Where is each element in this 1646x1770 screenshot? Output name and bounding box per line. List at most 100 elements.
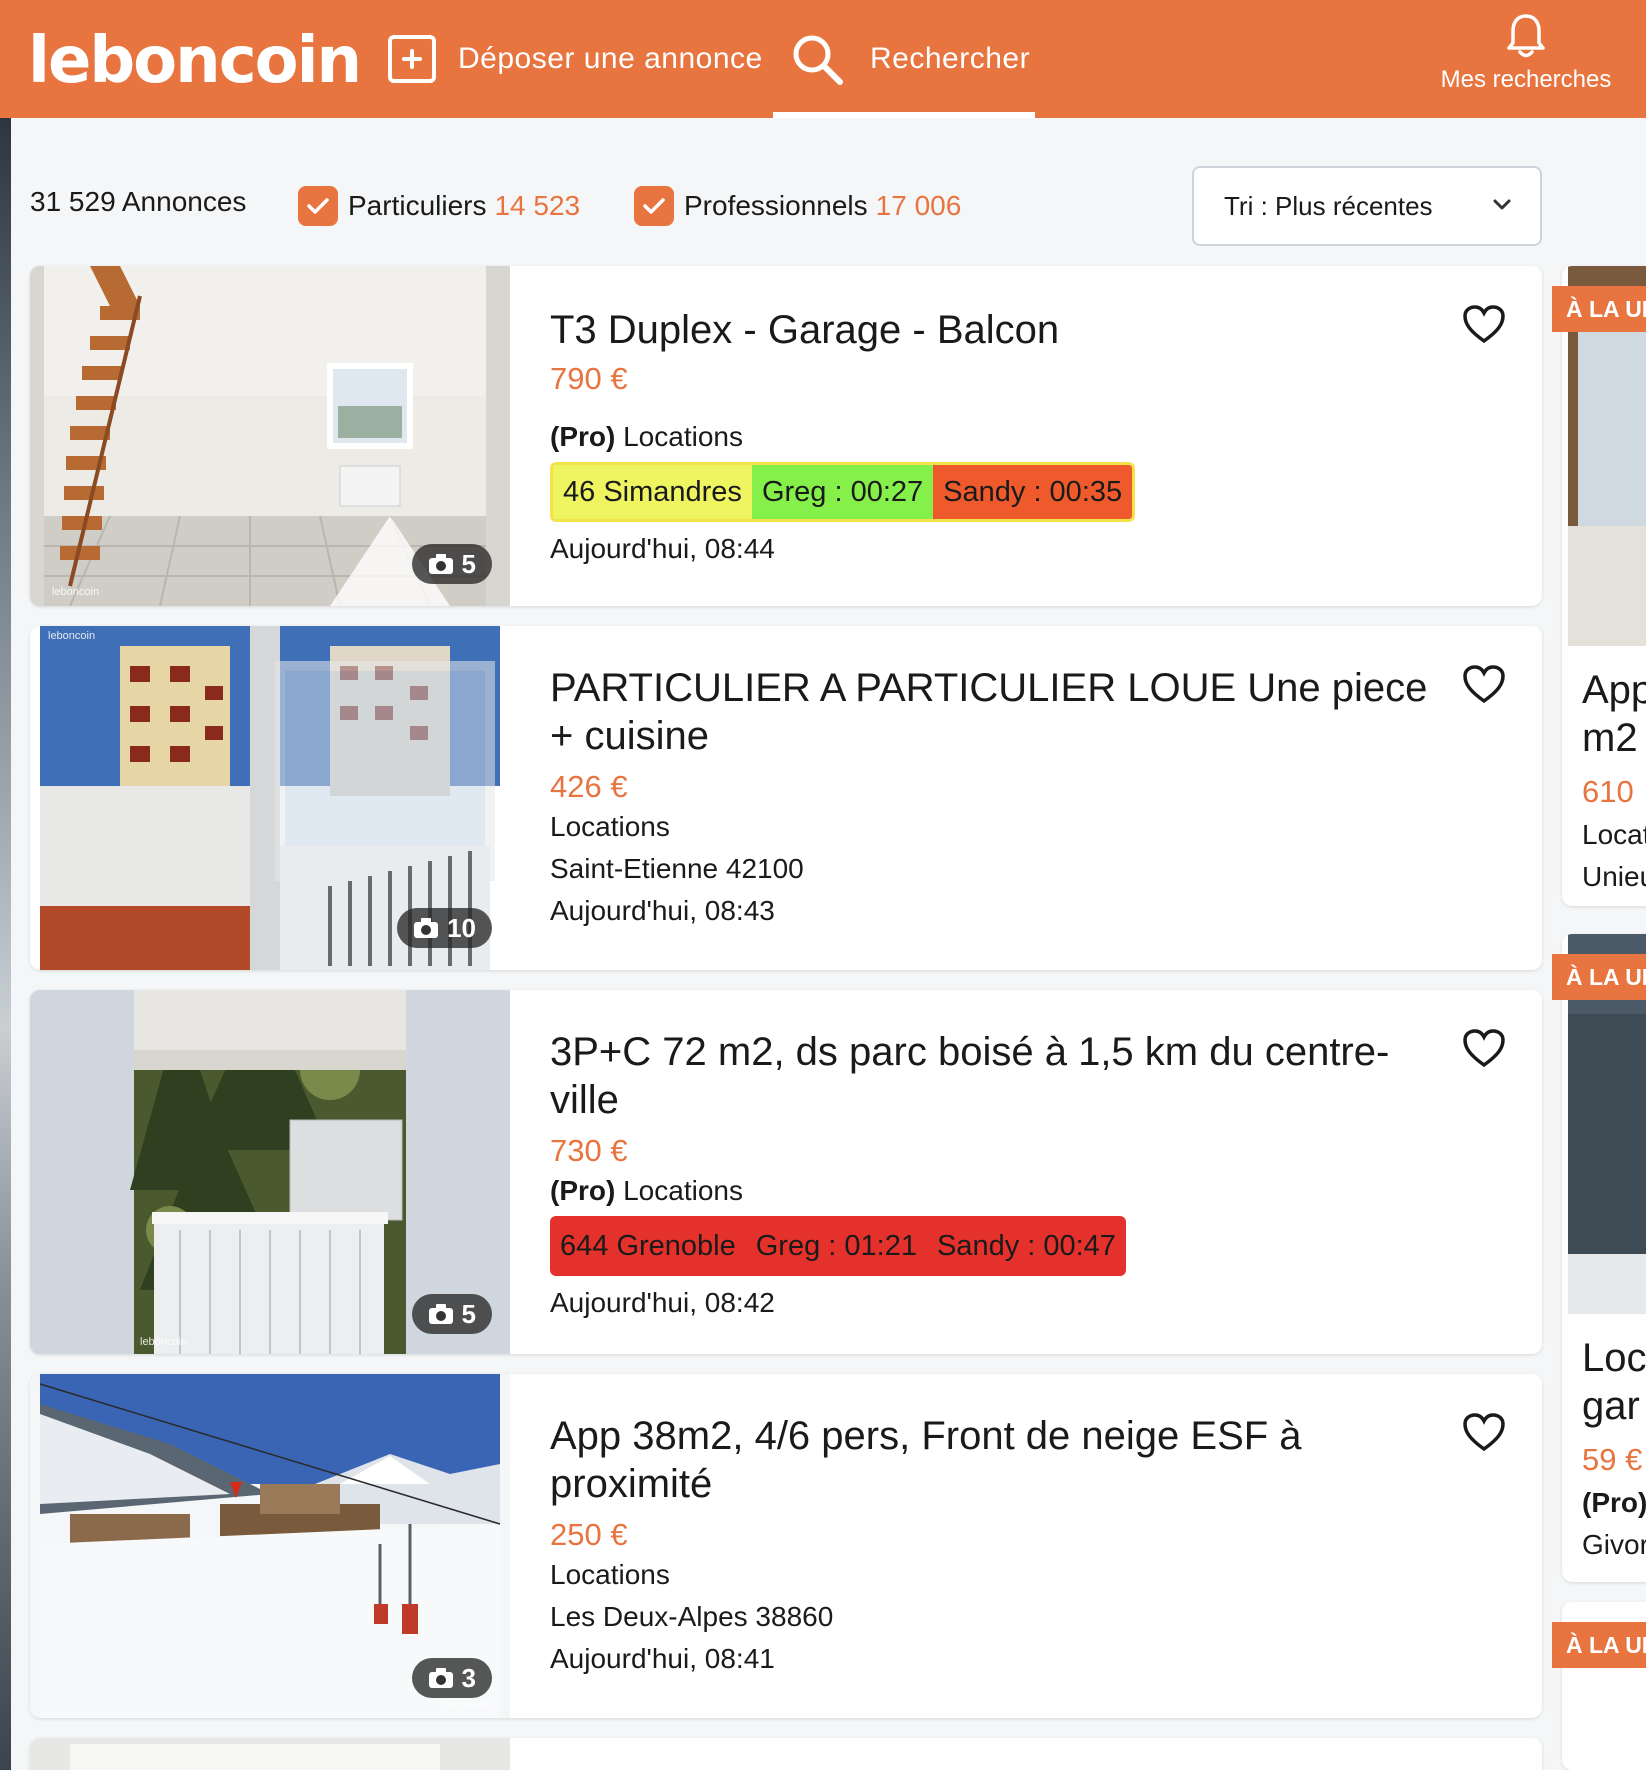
featured-title-line2[interactable]: m2 — [1582, 714, 1646, 762]
pro-tag: (Pro) — [550, 421, 616, 452]
search-icon — [793, 35, 843, 85]
featured-pro-tag: (Pro) — [1582, 1487, 1646, 1518]
category-label: Locations — [623, 1175, 743, 1206]
highlight-location: 644 Grenoble — [560, 1229, 736, 1262]
listing-title[interactable]: 3P+C 72 m2, ds parc boisé à 1,5 km du ce… — [550, 1028, 1432, 1124]
listing-price: 730 € — [550, 1133, 628, 1168]
heart-icon[interactable] — [1462, 664, 1506, 704]
featured-price: 610 — [1582, 774, 1634, 809]
photo-count-badge: 5 — [411, 544, 492, 584]
camera-icon — [428, 554, 453, 574]
professionnels-label: Professionnels — [684, 190, 868, 221]
watermark: leboncoin — [52, 586, 100, 598]
photo-count: 10 — [447, 912, 476, 943]
active-tab-indicator — [773, 112, 1035, 118]
featured-title-line1[interactable]: App — [1582, 666, 1646, 714]
particuliers-count: 14 523 — [494, 190, 581, 221]
featured-category: Locat — [1582, 819, 1646, 850]
photo-count: 5 — [461, 548, 476, 579]
deposit-ad-label: Déposer une annonce — [458, 42, 763, 75]
featured-price: 59 € — [1582, 1442, 1643, 1477]
listing-photo[interactable]: leboncoin 5 — [30, 266, 510, 606]
checkmark-icon — [634, 186, 674, 226]
checkmark-icon — [298, 186, 338, 226]
listing-title[interactable]: App 38m2, 4/6 pers, Front de neige ESF à… — [550, 1412, 1432, 1508]
total-results: 31 529 Annonces — [30, 186, 247, 217]
listing-title[interactable]: PARTICULIER A PARTICULIER LOUE Une piece… — [550, 664, 1432, 760]
heart-icon[interactable] — [1462, 1028, 1506, 1068]
listing-date: Aujourd'hui, 08:43 — [550, 895, 775, 926]
listing-location: Les Deux-Alpes 38860 — [550, 1601, 834, 1632]
featured-ribbon: À LA UNE — [1552, 1622, 1646, 1668]
listing-card[interactable]: leboncoin 10 PARTICULIER A PARTICULIER L… — [30, 626, 1542, 970]
photo-count-badge: 3 — [411, 1658, 492, 1698]
featured-ribbon: À LA UNE — [1552, 286, 1646, 332]
sort-label: Tri : Plus récentes — [1224, 190, 1433, 221]
listing-price: 250 € — [550, 1517, 628, 1552]
sort-select[interactable]: Tri : Plus récentes — [1192, 166, 1542, 246]
listing-date: Aujourd'hui, 08:44 — [550, 533, 775, 564]
listing-date: Aujourd'hui, 08:42 — [550, 1287, 775, 1318]
listing-date: Aujourd'hui, 08:41 — [550, 1643, 775, 1674]
highlight-greg-time: Greg : 00:27 — [751, 465, 934, 519]
category-label: Locations — [550, 1559, 670, 1590]
featured-location: Givor — [1582, 1529, 1646, 1560]
search-nav-label: Rechercher — [870, 42, 1031, 75]
highlight-greg-time: Greg : 01:21 — [755, 1229, 917, 1262]
filter-bar: 31 529 Annonces Particuliers 14 523 Prof… — [30, 166, 1542, 246]
featured-location: Unieu — [1582, 861, 1646, 892]
listing-photo[interactable]: leboncoin 10 — [30, 626, 510, 970]
listing-price: 426 € — [550, 769, 628, 804]
listing-card[interactable]: leboncoin 5 T3 Duplex - Garage - Balcon … — [30, 266, 1542, 606]
chevron-down-icon — [1493, 199, 1511, 210]
featured-title-line1[interactable]: Loc — [1582, 1334, 1646, 1382]
camera-icon — [428, 1304, 453, 1324]
listing-title[interactable]: T3 Duplex - Garage - Balcon — [550, 306, 1432, 354]
featured-ribbon: À LA UNE — [1552, 954, 1646, 1000]
highlight-location: 46 Simandres — [553, 465, 752, 519]
listing-price: 790 € — [550, 361, 628, 396]
listing-card[interactable]: leboncoin 5 3P+C 72 m2, ds parc boisé à … — [30, 990, 1542, 1354]
listing-card[interactable] — [30, 1738, 1542, 1770]
heart-icon[interactable] — [1462, 304, 1506, 344]
particuliers-checkbox[interactable]: Particuliers 14 523 — [298, 186, 580, 226]
listing-photo[interactable]: leboncoin 5 — [30, 990, 510, 1354]
pro-tag: (Pro) — [550, 1175, 616, 1206]
search-nav-button[interactable]: Rechercher — [790, 0, 1030, 118]
highlight-sandy-time: Sandy : 00:47 — [936, 1229, 1116, 1262]
photo-count: 3 — [461, 1662, 476, 1693]
plus-box-icon — [388, 35, 436, 83]
leboncoin-logo[interactable]: leboncoin — [28, 22, 362, 100]
listing-card[interactable]: leboncoin 3 App 38m2, 4/6 pers, Front de… — [30, 1374, 1542, 1718]
location-highlight: 644 Grenoble Greg : 01:21 Sandy : 00:47 — [550, 1216, 1126, 1276]
photo-count-badge: 5 — [411, 1294, 492, 1334]
professionnels-count: 17 006 — [875, 190, 962, 221]
camera-icon — [428, 1668, 453, 1688]
listing-category: (Pro) Locations — [550, 1170, 1432, 1212]
listing-location: Saint-Etienne 42100 — [550, 853, 804, 884]
saved-searches-label: Mes recherches — [1440, 66, 1612, 93]
listing-category: (Pro) Locations — [550, 416, 1432, 458]
location-highlight: 46 Simandres Greg : 00:27 Sandy : 00:35 — [550, 462, 1136, 522]
featured-listing-card[interactable]: App m2 610 Locat Unieu — [1562, 266, 1646, 906]
heart-icon[interactable] — [1462, 1412, 1506, 1452]
watermark: leboncoin — [444, 1700, 492, 1712]
deposit-ad-button[interactable]: Déposer une annonce — [388, 0, 763, 118]
particuliers-label: Particuliers — [348, 190, 487, 221]
category-label: Locations — [623, 421, 743, 452]
highlight-sandy-time: Sandy : 00:35 — [933, 465, 1133, 519]
professionnels-checkbox[interactable]: Professionnels 17 006 — [634, 186, 961, 226]
watermark: leboncoin — [140, 1336, 188, 1348]
saved-searches-button[interactable]: Mes recherches — [1438, 6, 1614, 94]
listing-photo[interactable] — [30, 1738, 510, 1770]
camera-icon — [414, 918, 439, 938]
photo-count-badge: 10 — [397, 908, 492, 948]
category-label: Locations — [550, 811, 670, 842]
left-background-strip — [0, 118, 11, 1770]
listing-photo[interactable]: leboncoin 3 — [30, 1374, 510, 1718]
bell-icon — [1507, 14, 1545, 58]
top-header: leboncoin Déposer une annonce Rechercher… — [0, 0, 1646, 118]
photo-count: 5 — [461, 1298, 476, 1329]
featured-title-line2[interactable]: gar — [1582, 1382, 1646, 1430]
featured-listing-card[interactable]: Loc gar 59 € (Pro) Givor — [1562, 934, 1646, 1582]
